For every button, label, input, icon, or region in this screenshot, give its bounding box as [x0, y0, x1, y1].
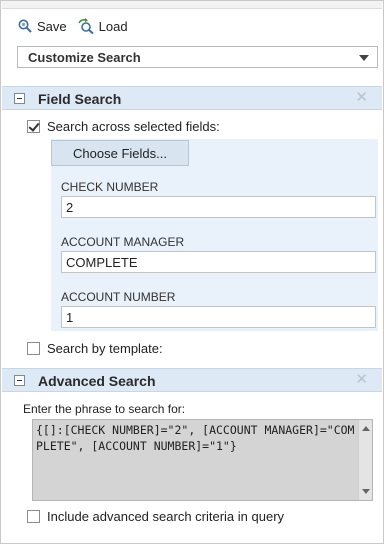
search-by-template-row[interactable]: Search by template: [27, 341, 163, 356]
search-across-fields-checkbox[interactable] [27, 120, 40, 133]
top-strip [2, 1, 382, 9]
search-panel: Save Load Customize Search Field Search … [0, 0, 384, 544]
field-search-header[interactable]: Field Search ✕ [2, 86, 382, 110]
load-label: Load [98, 18, 128, 34]
include-advanced-row[interactable]: Include advanced search criteria in quer… [27, 509, 284, 524]
scroll-up-icon[interactable] [362, 426, 370, 431]
phrase-text: {[]:[CHECK NUMBER]="2", [ACCOUNT MANAGER… [36, 423, 355, 453]
save-button[interactable]: Save [17, 18, 67, 34]
choose-fields-button[interactable]: Choose Fields... [51, 140, 189, 166]
field-search-title: Field Search [38, 91, 122, 107]
check-number-input[interactable]: 2 [61, 196, 376, 218]
save-search-icon [17, 18, 33, 34]
chevron-down-icon [359, 55, 369, 61]
advanced-search-title: Advanced Search [38, 373, 156, 389]
field-label-check-number: CHECK NUMBER [61, 180, 159, 194]
field-label-account-manager: ACCOUNT MANAGER [61, 235, 185, 249]
close-icon[interactable]: ✕ [355, 372, 368, 388]
customize-search-select[interactable]: Customize Search [17, 46, 378, 68]
phrase-label: Enter the phrase to search for: [23, 402, 186, 416]
close-icon[interactable]: ✕ [355, 90, 368, 106]
collapse-icon[interactable] [14, 375, 25, 386]
search-by-template-label: Search by template: [47, 341, 163, 356]
search-across-fields-row[interactable]: Search across selected fields: [27, 119, 220, 134]
textarea-scrollbar[interactable] [358, 420, 372, 500]
field-label-account-number: ACCOUNT NUMBER [61, 290, 176, 304]
load-button[interactable]: Load [77, 18, 128, 34]
search-across-fields-label: Search across selected fields: [47, 119, 220, 134]
collapse-icon[interactable] [14, 93, 25, 104]
account-manager-input[interactable]: COMPLETE [61, 251, 376, 273]
save-label: Save [37, 18, 67, 34]
search-by-template-checkbox[interactable] [27, 342, 40, 355]
phrase-textarea[interactable]: {[]:[CHECK NUMBER]="2", [ACCOUNT MANAGER… [32, 419, 373, 501]
scroll-down-icon[interactable] [362, 489, 370, 494]
include-advanced-checkbox[interactable] [27, 510, 40, 523]
load-search-icon [77, 18, 95, 34]
select-value: Customize Search [28, 49, 141, 65]
advanced-search-header[interactable]: Advanced Search ✕ [2, 368, 382, 392]
include-advanced-label: Include advanced search criteria in quer… [47, 509, 285, 524]
account-number-input[interactable]: 1 [61, 306, 376, 328]
toolbar: Save Load [17, 15, 128, 37]
